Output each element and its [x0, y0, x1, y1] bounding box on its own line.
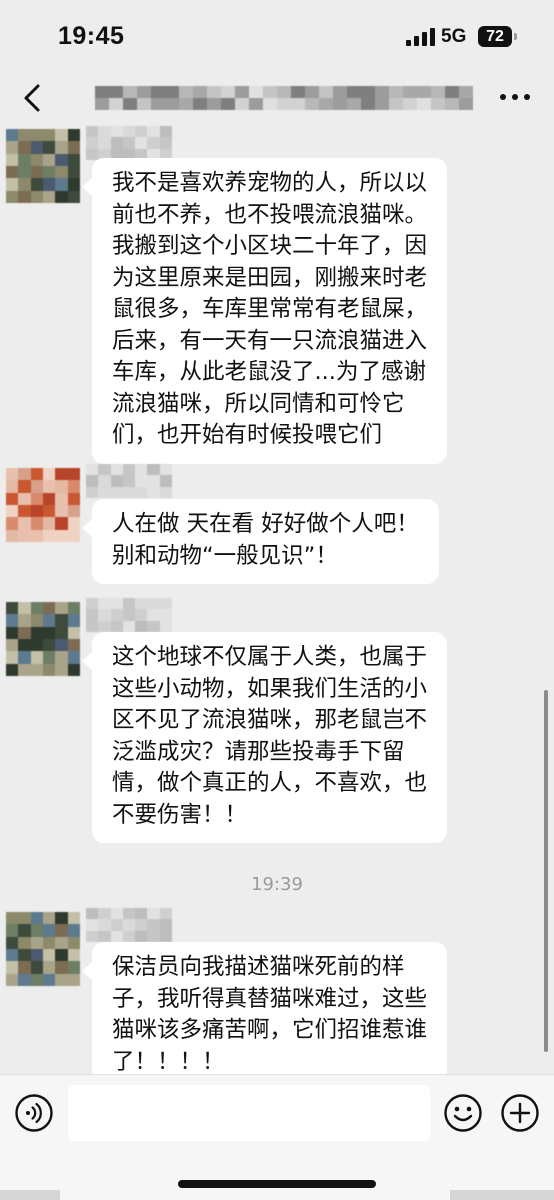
message-bubble[interactable]: 这个地球不仅属于人类，也属于 这些小动物，如果我们生活的小 区不见了流浪猫咪，那… — [81, 632, 448, 843]
avatar[interactable] — [6, 468, 80, 542]
message-bubble[interactable]: 人在做 天在看 好好做个人吧！ 别和动物“一般见识”！ — [82, 499, 439, 584]
message-line: 别和动物“一般见识”！ — [112, 542, 338, 569]
message-line: 为这里原来是田园，刚搬来时老 — [112, 264, 428, 291]
back-icon[interactable] — [18, 82, 46, 114]
message-line: 泛滥成灾？请那些投毒手下留 — [112, 738, 405, 765]
message-line: 这个地球不仅属于人类，也属于 — [112, 644, 428, 670]
sender-name-mosaic — [86, 464, 172, 498]
avatar[interactable] — [6, 129, 80, 203]
status-time: 19:45 — [58, 22, 125, 50]
network-label: 5G — [441, 26, 467, 47]
sender-name-mosaic — [86, 126, 172, 160]
message-bubble[interactable]: 保洁员向我描述猫咪死前的样 子，我听得真替猫咪难过，这些 猫咪该多痛苦啊，它们招… — [81, 942, 448, 1075]
message-line: 情，做个真正的人，不喜欢，也 — [112, 770, 428, 796]
message-line: 不要伤害！！ — [112, 801, 248, 828]
message-line: 了！！！！ — [112, 1048, 225, 1075]
message-line: 我不是喜欢养宠物的人，所以以 — [112, 170, 428, 196]
message-line: 区不见了流浪猫咪，那老鼠岂不 — [112, 707, 428, 733]
message-line: 子，我听得真替猫咪难过，这些 — [112, 985, 428, 1012]
avatar[interactable] — [6, 602, 80, 676]
more-icon[interactable] — [500, 94, 530, 102]
message-line: 人在做 天在看 好好做个人吧！ — [112, 511, 419, 537]
message-line: 鼠很多，车库里常常有老鼠屎， — [112, 296, 428, 322]
message-line: 保洁员向我描述猫咪死前的样 — [112, 954, 405, 980]
message-line: 前也不养，也不投喂流浪猫咪。 — [112, 201, 428, 228]
timestamp: 19:39 — [251, 874, 303, 895]
signal-icon — [406, 28, 436, 46]
message-line: 这些小动物，如果我们生活的小 — [112, 675, 428, 702]
scrollbar[interactable] — [544, 690, 548, 1052]
status-bar: 19:45 5G 72 — [0, 0, 554, 72]
home-indicator — [178, 1180, 376, 1188]
plus-icon[interactable] — [500, 1093, 540, 1133]
sender-name-mosaic — [86, 598, 172, 632]
sender-name-mosaic — [86, 908, 172, 942]
emoji-icon[interactable] — [443, 1093, 483, 1133]
avatar[interactable] — [6, 912, 80, 986]
message-line: 后来，有一天有一只流浪猫进入 — [112, 327, 428, 354]
voice-icon[interactable] — [14, 1093, 54, 1133]
cropped-keyboard-edge — [450, 1190, 554, 1200]
chat-area[interactable]: 我不是喜欢养宠物的人，所以以 前也不养，也不投喂流浪猫咪。 我搬到这个小区块二十… — [0, 124, 554, 1074]
message-line: 们，也开始有时候投喂它们 — [112, 422, 383, 448]
cropped-keyboard-edge — [0, 1190, 60, 1200]
message-line: 我搬到这个小区块二十年了，因 — [112, 233, 428, 259]
message-line: 车库，从此老鼠没了...为了感谢 — [112, 359, 426, 385]
chat-title-mosaic — [95, 86, 473, 110]
message-bubble[interactable]: 我不是喜欢养宠物的人，所以以 前也不养，也不投喂流浪猫咪。 我搬到这个小区块二十… — [81, 158, 448, 464]
nav-bar — [0, 72, 554, 124]
battery-icon: 72 — [478, 26, 517, 47]
message-input[interactable] — [68, 1085, 430, 1141]
message-line: 猫咪该多痛苦啊，它们招谁惹谁 — [112, 1017, 428, 1043]
message-line: 流浪猫咪，所以同情和可怜它 — [112, 390, 405, 417]
